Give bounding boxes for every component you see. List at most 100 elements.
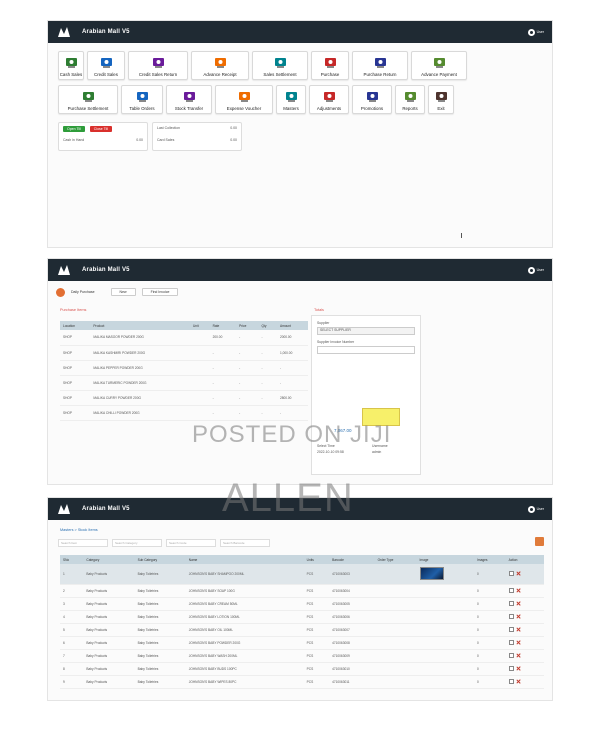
tile-label: Sales Settlement xyxy=(263,72,297,77)
tile-credit-sales-return[interactable]: Credit Sales Return xyxy=(128,51,188,80)
filter-bar: Search Item Search Category Search Code Sea… xyxy=(58,539,270,547)
user-menu[interactable]: User xyxy=(527,505,544,513)
stock-items-table: SNo Category Sub Category Name Units Barcode O… xyxy=(60,555,544,689)
tile-stock-transfer[interactable]: Stock Transfer xyxy=(166,85,212,114)
table-row[interactable]: 1 Baby Products Baby Toiletries JOHNSON'S B… xyxy=(60,564,544,585)
new-button[interactable]: New xyxy=(110,288,136,296)
tile-purchase[interactable]: Purchase xyxy=(311,51,349,80)
delete-icon[interactable] xyxy=(516,640,521,645)
delete-icon[interactable] xyxy=(516,601,521,606)
edit-icon[interactable] xyxy=(508,679,514,684)
table-cell: PCS xyxy=(303,610,330,624)
back-icon[interactable] xyxy=(56,287,65,297)
tile-masters[interactable]: Masters xyxy=(276,85,306,114)
tile-purchase-return[interactable]: Purchase Return xyxy=(352,51,408,80)
table-cell: JOHNSON'S BABY WASH 200ML xyxy=(185,649,304,663)
filter-input[interactable]: Search Code xyxy=(166,539,216,547)
column-header: Product xyxy=(90,321,190,330)
edit-icon[interactable] xyxy=(508,640,514,645)
filter-input[interactable]: Search Category xyxy=(112,539,162,547)
table-row[interactable]: 9 Baby Products Baby Toiletries JOHNSON'S B… xyxy=(60,675,544,689)
edit-icon[interactable] xyxy=(508,588,514,593)
tile-cash-sales[interactable]: Cash Sales xyxy=(58,51,84,80)
payment-icon xyxy=(433,56,446,69)
tile-sales-settlement[interactable]: Sales Settlement xyxy=(252,51,308,80)
user-menu[interactable]: User xyxy=(527,266,544,274)
delete-icon[interactable] xyxy=(516,614,521,619)
table-cell: - xyxy=(209,345,237,361)
table-row[interactable]: SHOP MALIKA TURMERIC POWDER 200G - - - - xyxy=(60,375,308,391)
table-cell: - xyxy=(276,375,308,391)
tile-exit[interactable]: Exit xyxy=(428,85,454,114)
edit-icon[interactable] xyxy=(508,601,514,606)
table-cell: MALIKA KASHMIRI POWDER 200G xyxy=(90,345,190,361)
table-row[interactable]: 6 Baby Products Baby Toiletries JOHNSON'S B… xyxy=(60,636,544,650)
table-row[interactable]: 8 Baby Products Baby Toiletries JOHNSON'S B… xyxy=(60,662,544,676)
open-till-button[interactable]: Open Till xyxy=(63,126,85,132)
table-cell: 0 xyxy=(474,675,506,689)
edit-icon[interactable] xyxy=(508,653,514,658)
transfer-icon xyxy=(183,90,196,103)
column-header: Order Type xyxy=(374,555,417,564)
delete-icon[interactable] xyxy=(516,679,521,684)
table-cell: Baby Toiletries xyxy=(134,597,186,611)
table-cell xyxy=(374,649,417,663)
table-row[interactable]: 5 Baby Products Baby Toiletries JOHNSON'S B… xyxy=(60,623,544,637)
tile-advance-payment[interactable]: Advance Payment xyxy=(411,51,467,80)
table-row[interactable]: 7 Baby Products Baby Toiletries JOHNSON'S B… xyxy=(60,649,544,663)
table-row[interactable]: 4 Baby Products Baby Toiletries JOHNSON'S B… xyxy=(60,610,544,624)
edit-icon[interactable] xyxy=(508,614,514,619)
table-cell: - xyxy=(236,405,259,421)
tile-credit-sales[interactable]: Credit Sales xyxy=(87,51,125,80)
table-cell: 4710063008 xyxy=(329,636,375,650)
table-cell: SHOP xyxy=(60,405,91,421)
tile-table-orders[interactable]: Table Orders xyxy=(121,85,163,114)
table-row[interactable]: SHOP MALIKA CHILLI POWDER 200G - - - - xyxy=(60,405,308,421)
table-cell: SHOP xyxy=(60,330,91,346)
edit-icon[interactable] xyxy=(508,571,514,577)
table-cell: Baby Products xyxy=(83,597,135,611)
tile-label: Purchase Settlement xyxy=(67,106,109,111)
tile-purchase-settlement[interactable]: Purchase Settlement xyxy=(58,85,118,114)
delete-icon[interactable] xyxy=(516,571,521,576)
edit-icon[interactable] xyxy=(508,627,514,632)
register-icon xyxy=(100,56,113,69)
export-icon[interactable] xyxy=(535,537,544,546)
tile-promotions[interactable]: Promotions xyxy=(352,85,392,114)
delete-icon[interactable] xyxy=(516,627,521,632)
tile-reports[interactable]: Reports xyxy=(395,85,425,114)
find-invoice-button[interactable]: Find Invoice xyxy=(141,288,179,296)
table-cell: Baby Products xyxy=(83,675,135,689)
filter-input[interactable]: Search Barcode xyxy=(220,539,270,547)
user-menu[interactable]: User xyxy=(527,28,544,36)
table-cell: 4710063011 xyxy=(329,675,375,689)
purchase-summary-panel: Supplier SELECT SUPPLIER Supplier Invoic… xyxy=(311,315,421,475)
table-cell: 4710063006 xyxy=(329,610,375,624)
filter-input[interactable]: Search Item xyxy=(58,539,108,547)
table-cell: MALIKA PEPPER POWDER 200G xyxy=(90,360,190,376)
table-row[interactable]: SHOP MALIKA KASHMIRI POWDER 200G - - -1,000.… xyxy=(60,345,308,361)
tile-advance-receipt[interactable]: Advance Receipt xyxy=(191,51,249,80)
table-cell: 0 xyxy=(474,649,506,663)
delete-icon[interactable] xyxy=(516,653,521,658)
table-row[interactable]: SHOP MALIKA CURRY POWDER 200G - - -2800.00 xyxy=(60,390,308,406)
cash-in-hand-value: 0.00 xyxy=(136,138,143,142)
table-row[interactable]: SHOP MALIKA MASOOR POWDER 200G 200.00- -200… xyxy=(60,330,308,346)
supplier-select[interactable]: SELECT SUPPLIER xyxy=(317,327,415,335)
tile-expense-voucher[interactable]: Expense Voucher xyxy=(215,85,273,114)
table-row[interactable]: 3 Baby Products Baby Toiletries JOHNSON'S B… xyxy=(60,597,544,611)
table-row[interactable]: SHOP MALIKA PEPPER POWDER 200G - - - - xyxy=(60,360,308,376)
cash-icon xyxy=(65,56,78,69)
table-row[interactable]: 2 Baby Products Baby Toiletries JOHNSON'S B… xyxy=(60,584,544,598)
tile-label: Exit xyxy=(437,106,445,111)
table-cell: JOHNSON'S BABY SHAMPOO 200ML xyxy=(185,564,304,585)
tile-adjustments[interactable]: Adjustments xyxy=(309,85,349,114)
invoice-input[interactable] xyxy=(317,346,415,354)
delete-icon[interactable] xyxy=(516,666,521,671)
close-till-button[interactable]: Close Till xyxy=(89,126,112,132)
edit-icon[interactable] xyxy=(508,666,514,671)
delete-icon[interactable] xyxy=(516,588,521,593)
table-cell: 4710063009 xyxy=(329,649,375,663)
table-cell: SHOP xyxy=(60,360,91,376)
tile-label: Masters xyxy=(283,106,299,111)
